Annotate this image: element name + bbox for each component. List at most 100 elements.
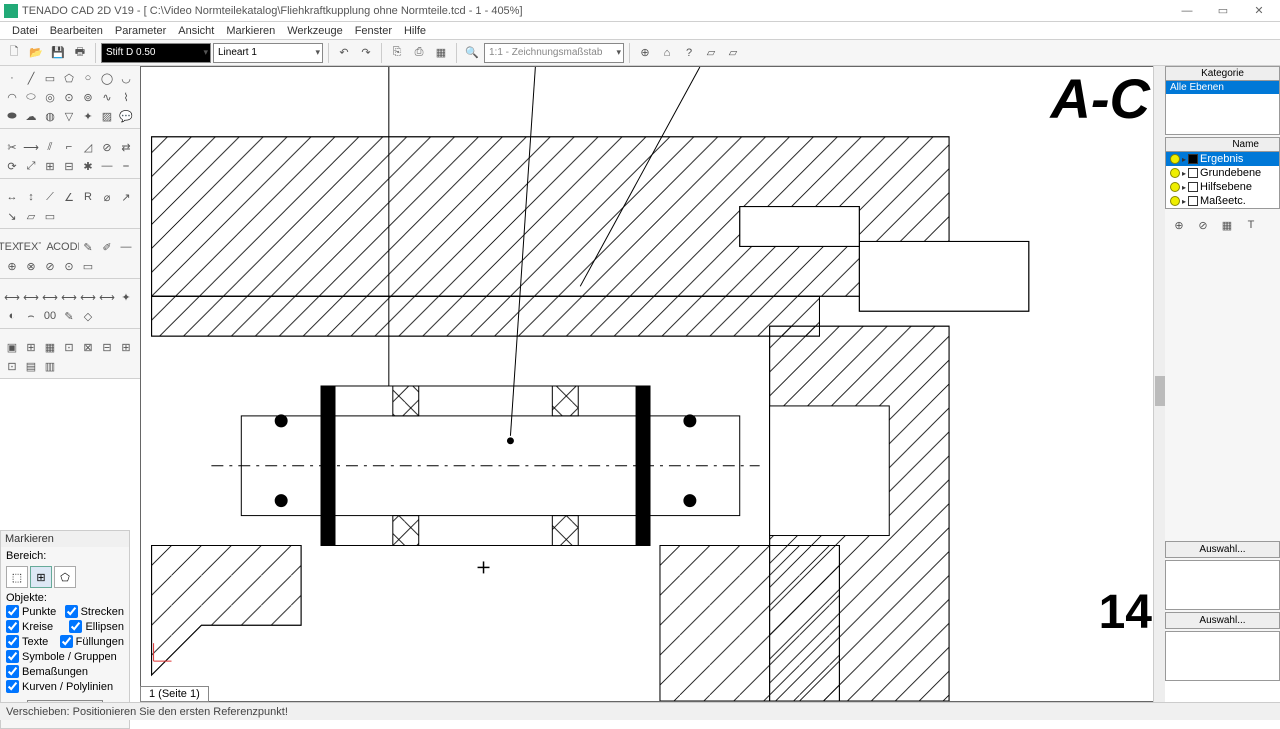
layer-grundebene[interactable]: ▸Grundebene — [1166, 166, 1279, 180]
ring2-icon[interactable]: ⊙ — [60, 88, 78, 106]
block9-icon[interactable]: ▤ — [22, 357, 40, 375]
meas8-icon[interactable]: ◐ — [3, 307, 21, 325]
arc2-icon[interactable]: ◠ — [3, 88, 21, 106]
help-icon[interactable]: ? — [679, 43, 699, 63]
pen-dropdown[interactable]: Stift D 0.50 — [101, 43, 211, 63]
page-tab-1[interactable]: 1 (Seite 1) — [140, 686, 209, 702]
cb-strecken[interactable]: Strecken — [65, 604, 124, 619]
ring3-icon[interactable]: ⊚ — [79, 88, 97, 106]
ring-icon[interactable]: ◎ — [41, 88, 59, 106]
cline3-icon[interactable]: ⊗ — [22, 257, 40, 275]
block7-icon[interactable]: ⊞ — [117, 338, 135, 356]
dim-d-icon[interactable]: ⌀ — [98, 188, 116, 206]
extend-icon[interactable]: ⟶ — [22, 138, 40, 156]
meas9-icon[interactable]: ⌢ — [22, 307, 40, 325]
point-icon[interactable]: · — [3, 69, 21, 87]
block6-icon[interactable]: ⊟ — [98, 338, 116, 356]
layer-tool4-icon[interactable]: T — [1241, 215, 1261, 235]
menu-fenster[interactable]: Fenster — [349, 25, 398, 37]
marker2-icon[interactable]: ✐ — [98, 238, 116, 256]
open-icon[interactable]: 📂 — [26, 43, 46, 63]
block4-icon[interactable]: ⊡ — [60, 338, 78, 356]
cline2-icon[interactable]: ⊕ — [3, 257, 21, 275]
select-cross-icon[interactable]: ⊞ — [30, 566, 52, 588]
circle2-icon[interactable]: ◯ — [98, 69, 116, 87]
sheet2-icon[interactable]: ▱ — [723, 43, 743, 63]
meas4-icon[interactable]: ⟷ — [60, 288, 78, 306]
label-icon[interactable]: ▱ — [22, 207, 40, 225]
meas5-icon[interactable]: ⟷ — [79, 288, 97, 306]
minimize-button[interactable]: — — [1170, 2, 1204, 20]
hatch-icon[interactable]: ▨ — [98, 107, 116, 125]
explode-icon[interactable]: ✱ — [79, 157, 97, 175]
shape-icon[interactable]: ▽ — [60, 107, 78, 125]
close-button[interactable]: ✕ — [1242, 2, 1276, 20]
meas7-icon[interactable]: ✦ — [117, 288, 135, 306]
menu-parameter[interactable]: Parameter — [109, 25, 172, 37]
array2-icon[interactable]: ⊟ — [60, 157, 78, 175]
block3-icon[interactable]: ▦ — [41, 338, 59, 356]
lineseg2-icon[interactable]: ⎯ — [117, 157, 135, 175]
block10-icon[interactable]: ▥ — [41, 357, 59, 375]
layer-masse[interactable]: ▸Maßeetc. — [1166, 194, 1279, 208]
vertical-scrollbar[interactable] — [1153, 66, 1165, 702]
copy-icon[interactable]: ⎘ — [387, 43, 407, 63]
auswahl-button-1[interactable]: Auswahl... — [1165, 541, 1280, 558]
meas3-icon[interactable]: ⟷ — [41, 288, 59, 306]
offset-icon[interactable]: ⫽ — [41, 138, 59, 156]
meas10-icon[interactable]: 00 — [41, 307, 59, 325]
block5-icon[interactable]: ⊠ — [79, 338, 97, 356]
scale-icon[interactable]: ⤢ — [22, 157, 40, 175]
cb-kurven[interactable]: Kurven / Polylinien — [6, 679, 124, 694]
cb-kreise[interactable]: Kreise — [6, 619, 53, 634]
layer-tool3-icon[interactable]: ▦ — [1217, 215, 1237, 235]
cloud-icon[interactable]: ☁ — [22, 107, 40, 125]
save-icon[interactable]: 💾 — [48, 43, 68, 63]
globe-icon[interactable]: ⊕ — [635, 43, 655, 63]
cb-punkte[interactable]: Punkte — [6, 604, 56, 619]
block2-icon[interactable]: ⊞ — [22, 338, 40, 356]
mirror-icon[interactable]: ⇄ — [117, 138, 135, 156]
text2-icon[interactable]: TEXT — [22, 238, 40, 256]
cb-bemassungen[interactable]: Bemaßungen — [6, 664, 124, 679]
home-icon[interactable]: ⌂ — [657, 43, 677, 63]
poly-icon[interactable]: ⬠ — [60, 69, 78, 87]
ellipse-icon[interactable]: ⬭ — [22, 88, 40, 106]
layer-ergebnis[interactable]: ▸Ergebnis — [1166, 152, 1279, 166]
circle-icon[interactable]: ○ — [79, 69, 97, 87]
spline2-icon[interactable]: ⌇ — [117, 88, 135, 106]
lineseg-icon[interactable]: — — [98, 157, 116, 175]
scale-dropdown[interactable]: 1:1 - Zeichnungsmaßstab — [484, 43, 624, 63]
ellipse2-icon[interactable]: ⬬ — [3, 107, 21, 125]
layers-icon[interactable]: ▦ — [431, 43, 451, 63]
dim-r-icon[interactable]: R — [79, 188, 97, 206]
break-icon[interactable]: ⊘ — [98, 138, 116, 156]
menu-markieren[interactable]: Markieren — [220, 25, 281, 37]
menu-ansicht[interactable]: Ansicht — [172, 25, 220, 37]
zoom-icon[interactable]: 🔍 — [462, 43, 482, 63]
label2-icon[interactable]: ▭ — [41, 207, 59, 225]
maximize-button[interactable]: ▭ — [1206, 2, 1240, 20]
new-icon[interactable]: 🗋 — [4, 43, 24, 63]
cline6-icon[interactable]: ▭ — [79, 257, 97, 275]
meas2-icon[interactable]: ⟷ — [22, 288, 40, 306]
layer-tool2-icon[interactable]: ⊘ — [1193, 215, 1213, 235]
drawing-canvas[interactable] — [140, 66, 1165, 702]
menu-datei[interactable]: Datei — [6, 25, 44, 37]
cline4-icon[interactable]: ⊘ — [41, 257, 59, 275]
menu-bearbeiten[interactable]: Bearbeiten — [44, 25, 109, 37]
code-icon[interactable]: CODE — [60, 238, 78, 256]
dim-h-icon[interactable]: ↔ — [3, 188, 21, 206]
cb-symbole[interactable]: Symbole / Gruppen — [6, 649, 124, 664]
menu-hilfe[interactable]: Hilfe — [398, 25, 432, 37]
arc-icon[interactable]: ◡ — [117, 69, 135, 87]
fillet-icon[interactable]: ⌐ — [60, 138, 78, 156]
dim-ang-icon[interactable]: ∠ — [60, 188, 78, 206]
print-icon[interactable]: 🖶 — [70, 43, 90, 63]
auswahl-button-2[interactable]: Auswahl... — [1165, 612, 1280, 629]
layer-hilfsebene[interactable]: ▸Hilfsebene — [1166, 180, 1279, 194]
balloon-icon[interactable]: 💬 — [117, 107, 135, 125]
linetype-dropdown[interactable]: Lineart 1 — [213, 43, 323, 63]
rotate-icon[interactable]: ⟳ — [3, 157, 21, 175]
leader2-icon[interactable]: ↘ — [3, 207, 21, 225]
